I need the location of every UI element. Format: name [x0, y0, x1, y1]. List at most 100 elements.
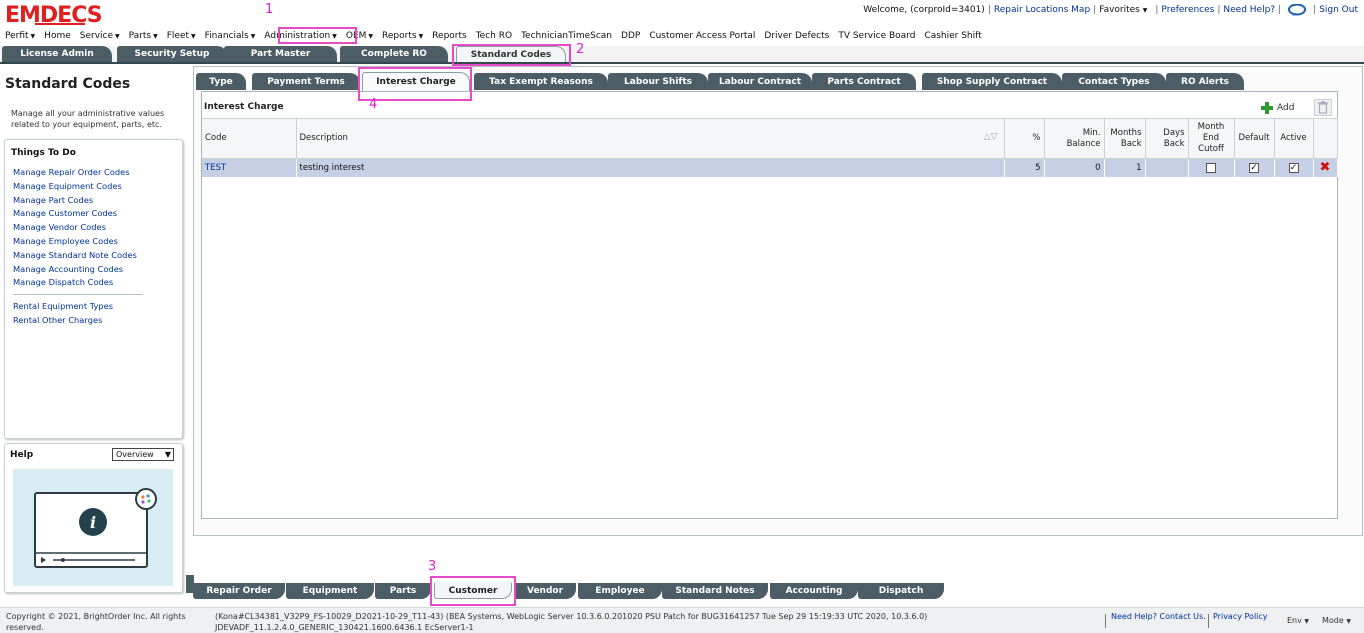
tab-dispatch[interactable]: Dispatch	[858, 583, 944, 599]
tab-tax-exempt-reasons[interactable]: Tax Exempt Reasons	[474, 73, 608, 90]
table-row[interactable]: TEST testing interest 5 0 1 ✓ ✓ ✖	[202, 158, 1338, 177]
things-to-do-list: Manage Repair Order Codes Manage Equipme…	[13, 166, 178, 328]
menu-parts[interactable]: Parts ▼	[129, 31, 158, 41]
link-rental-equipment-types[interactable]: Rental Equipment Types	[13, 300, 178, 314]
col-days-back[interactable]: Days Back	[1145, 118, 1189, 159]
logo-text: EMDECS	[5, 4, 102, 26]
default-checkbox[interactable]: ✓	[1249, 162, 1259, 173]
tab-labour-contract[interactable]: Labour Contract	[708, 73, 812, 90]
col-code[interactable]: Code	[202, 118, 297, 159]
link-manage-vendor-codes[interactable]: Manage Vendor Codes	[13, 221, 178, 235]
active-checkbox[interactable]: ✓	[1288, 162, 1299, 173]
sort-icon[interactable]: △▽	[984, 132, 998, 143]
tab-labour-shifts[interactable]: Labour Shifts	[608, 73, 708, 90]
link-manage-customer-codes[interactable]: Manage Customer Codes	[13, 207, 178, 221]
menu-tech-ro[interactable]: Tech RO	[476, 31, 512, 41]
tab-shop-supply-contract[interactable]: Shop Supply Contract	[922, 73, 1062, 90]
delete-row-icon[interactable]: ✖	[1320, 160, 1331, 175]
highlight-box-administration	[278, 27, 357, 44]
link-manage-standard-note-codes[interactable]: Manage Standard Note Codes	[13, 249, 178, 263]
sign-out-link[interactable]: Sign Out	[1319, 5, 1358, 15]
cell-percent[interactable]: 5	[1004, 158, 1045, 177]
menu-driver-defects[interactable]: Driver Defects	[764, 31, 829, 41]
panel-title: Interest Charge	[204, 102, 284, 112]
footer: Copyright © 2021, BrightOrder Inc. All r…	[0, 607, 1364, 633]
col-min-balance[interactable]: Min. Balance	[1044, 118, 1105, 159]
tab-standard-notes[interactable]: Standard Notes	[662, 583, 768, 599]
annotation-4: 4	[369, 97, 378, 112]
highlight-box-interest-charge	[358, 67, 472, 101]
link-manage-repair-order-codes[interactable]: Manage Repair Order Codes	[13, 166, 178, 180]
menu-customer-access-portal[interactable]: Customer Access Portal	[649, 31, 755, 41]
month-end-cutoff-checkbox[interactable]	[1206, 162, 1216, 173]
divider	[1105, 614, 1106, 628]
tab-ro-alerts[interactable]: RO Alerts	[1166, 73, 1244, 90]
page-title: Standard Codes	[5, 76, 131, 92]
menu-financials[interactable]: Financials ▼	[205, 31, 256, 41]
cell-min-balance[interactable]: 0	[1044, 158, 1105, 177]
col-months-back[interactable]: Months Back	[1104, 118, 1146, 159]
tab-security-setup[interactable]: Security Setup	[117, 46, 227, 62]
help-topic-select[interactable]: Overview ▼	[112, 448, 174, 461]
cell-code[interactable]: TEST	[202, 158, 297, 177]
need-help-link[interactable]: Need Help?	[1223, 5, 1275, 15]
link-manage-dispatch-codes[interactable]: Manage Dispatch Codes	[13, 276, 178, 290]
link-manage-equipment-codes[interactable]: Manage Equipment Codes	[13, 180, 178, 194]
cell-days-back[interactable]	[1145, 158, 1189, 177]
tab-type[interactable]: Type	[196, 73, 246, 90]
tab-part-master[interactable]: Part Master	[224, 46, 337, 62]
add-button[interactable]: Add	[1260, 101, 1294, 115]
col-month-end-cutoff[interactable]: Month End Cutoff	[1188, 118, 1235, 159]
menu-reports[interactable]: Reports	[432, 31, 467, 41]
col-default[interactable]: Default	[1234, 118, 1275, 159]
delete-button[interactable]	[1314, 99, 1332, 116]
chat-bubble-icon[interactable]	[1288, 3, 1307, 17]
tab-accounting[interactable]: Accounting	[770, 583, 858, 599]
menu-service[interactable]: Service ▼	[80, 31, 120, 41]
menu-tv-service-board[interactable]: TV Service Board	[838, 31, 915, 41]
mode-menu[interactable]: Mode ▼	[1322, 616, 1351, 625]
tab-payment-terms[interactable]: Payment Terms	[252, 73, 360, 90]
menu-perfit[interactable]: Perfit ▼	[5, 31, 35, 41]
tab-contact-types[interactable]: Contact Types	[1062, 73, 1166, 90]
video-player-icon: i	[34, 488, 157, 568]
menu-ddp[interactable]: DDP	[621, 31, 640, 41]
col-percent[interactable]: %	[1004, 118, 1045, 159]
tab-repair-order[interactable]: Repair Order	[193, 583, 285, 599]
tab-parts-contract[interactable]: Parts Contract	[812, 73, 916, 90]
col-active[interactable]: Active	[1274, 118, 1314, 159]
main-menu-bar: Perfit ▼ Home Service ▼ Parts ▼ Fleet ▼ Fina…	[5, 29, 991, 43]
tab-complete-ro[interactable]: Complete RO	[340, 46, 448, 62]
footer-need-help-link[interactable]: Need Help? Contact Us.	[1111, 611, 1209, 622]
preferences-link[interactable]: Preferences	[1161, 5, 1214, 15]
link-manage-accounting-codes[interactable]: Manage Accounting Codes	[13, 263, 178, 277]
link-manage-employee-codes[interactable]: Manage Employee Codes	[13, 235, 178, 249]
cell-description[interactable]: testing interest	[296, 158, 1005, 177]
env-menu[interactable]: Env ▼	[1287, 616, 1309, 625]
tab-vendor[interactable]: Vendor	[514, 583, 576, 599]
col-description[interactable]: Description △▽	[296, 118, 1005, 159]
menu-cashier-shift[interactable]: Cashier Shift	[924, 31, 981, 41]
privacy-policy-link[interactable]: Privacy Policy	[1213, 611, 1273, 622]
repair-locations-map-link[interactable]: Repair Locations Map	[994, 5, 1090, 15]
trash-icon	[1318, 101, 1328, 114]
col-actions	[1313, 118, 1338, 159]
menu-technician-time-scan[interactable]: TechnicianTimeScan	[521, 31, 612, 41]
menu-home[interactable]: Home	[44, 31, 71, 41]
menu-fleet[interactable]: Fleet ▼	[167, 31, 196, 41]
menu-reports-dropdown[interactable]: Reports ▼	[382, 31, 423, 41]
tab-equipment[interactable]: Equipment	[286, 583, 374, 599]
highlight-box-standard-codes	[452, 44, 571, 66]
tab-parts[interactable]: Parts	[375, 583, 431, 599]
tab-license-admin[interactable]: License Admin	[2, 46, 112, 62]
link-rental-other-charges[interactable]: Rental Other Charges	[13, 314, 178, 328]
cell-months-back[interactable]: 1	[1104, 158, 1146, 177]
build-info-text: (Kona#CL34381_V32P9_FS-10029_D2021-10-29…	[215, 612, 928, 632]
link-manage-part-codes[interactable]: Manage Part Codes	[13, 194, 178, 208]
help-video-illustration[interactable]: i	[13, 469, 173, 586]
cell-active: ✓	[1274, 158, 1314, 177]
chevron-down-icon: ▼	[164, 450, 171, 459]
favorites-menu[interactable]: Favorites ▼	[1099, 5, 1147, 15]
tab-employee[interactable]: Employee	[578, 583, 662, 599]
cell-default: ✓	[1234, 158, 1275, 177]
